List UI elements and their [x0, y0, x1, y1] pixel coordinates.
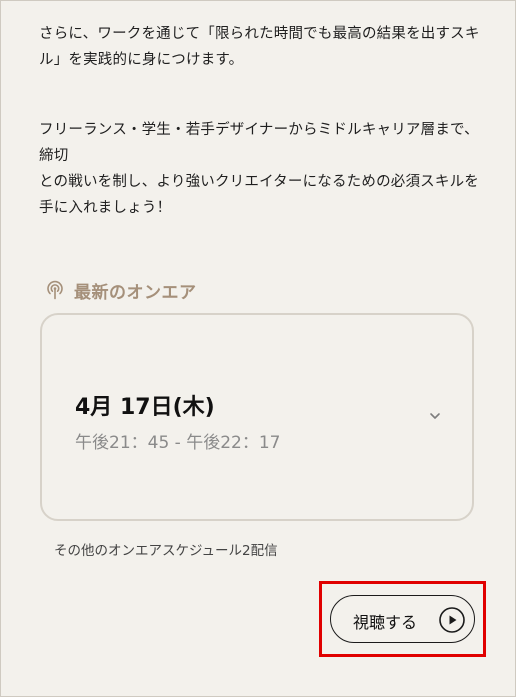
page-frame: さらに、ワークを通じて「限られた時間でも最高の結果を出すスキ ル」を実践的に身に… [0, 0, 516, 697]
onair-date: 4月 17日(木) [75, 395, 215, 420]
antenna-icon [47, 280, 63, 300]
onair-time: 午後21：45 - 午後22：17 [75, 433, 281, 453]
onair-schedule-card[interactable]: 4月 17日(木) 午後21：45 - 午後22：17 [40, 313, 474, 521]
description-line: フリーランス・学生・若手デザイナーからミドルキャリア層まで、締切 [39, 122, 479, 164]
chevron-down-icon[interactable] [428, 411, 442, 421]
description-line: との戦いを制し、より強いクリエイターになるための必須スキルを [39, 174, 479, 190]
description-paragraph-2: フリーランス・学生・若手デザイナーからミドルキャリア層まで、締切 との戦いを制し… [39, 117, 491, 221]
play-icon [439, 607, 465, 633]
description-line: 手に入れましょう！ [39, 200, 172, 216]
watch-button[interactable]: 視聴する [330, 595, 475, 643]
description-line: さらに、ワークを通じて「限られた時間でも最高の結果を出すスキ [39, 26, 480, 42]
onair-section-header: 最新のオンエア [45, 277, 197, 303]
description-paragraph-1: さらに、ワークを通じて「限られた時間でも最高の結果を出すスキ ル」を実践的に身に… [39, 21, 491, 73]
section-title: 最新のオンエア [74, 282, 197, 303]
other-schedules-link[interactable]: その他のオンエアスケジュール2配信 [54, 539, 278, 559]
description-line: ル」を実践的に身につけます。 [39, 52, 244, 68]
watch-button-label: 視聴する [353, 613, 418, 632]
